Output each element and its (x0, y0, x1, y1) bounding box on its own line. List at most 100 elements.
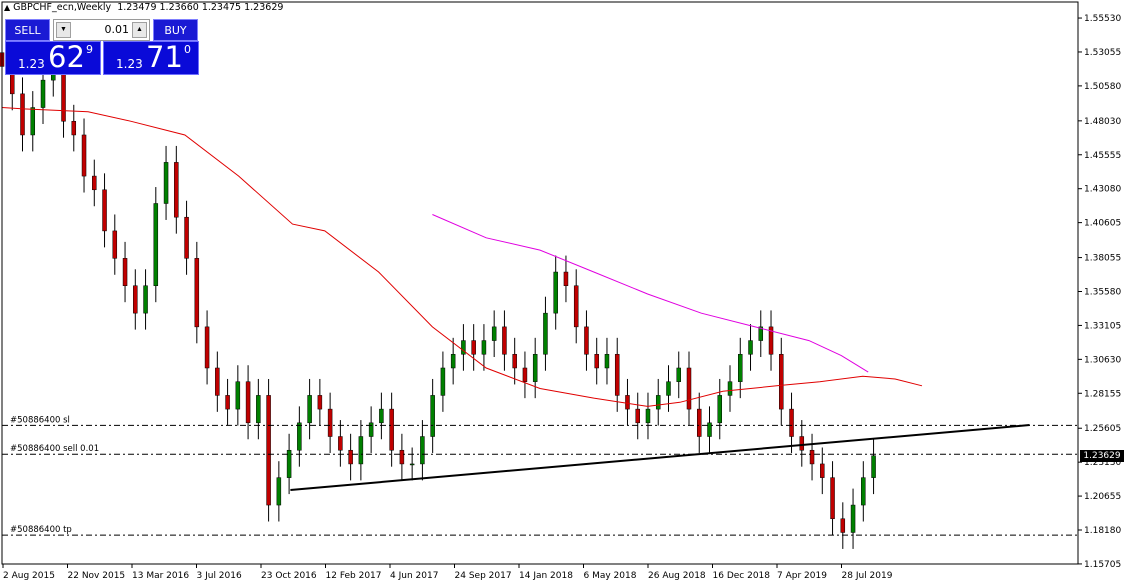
sell-button[interactable]: SELL (5, 19, 50, 41)
price-label: 1.38055 (1084, 254, 1121, 264)
candle-body (871, 455, 876, 478)
candle-body (604, 354, 610, 369)
lot-size-field[interactable]: ▼ 0.01 ▲ (53, 19, 150, 41)
candle-body (840, 518, 846, 533)
sell-quote[interactable]: 1.23 62 9 (5, 40, 101, 75)
candle-body (584, 326, 589, 355)
candle-body (512, 354, 517, 369)
order-label: #50886400 sl (10, 415, 70, 425)
candle-body (707, 422, 712, 437)
sell-quote-pips: 62 (48, 40, 85, 74)
candle-body (153, 203, 159, 286)
candle-body (358, 436, 364, 465)
candle-body (297, 422, 302, 451)
moving-average-slow (1, 107, 923, 407)
candle-body (256, 395, 261, 424)
candle-body (409, 463, 415, 466)
time-label: 2 Aug 2015 (3, 571, 55, 581)
sell-quote-fraction: 9 (86, 43, 93, 56)
candle-body (748, 340, 753, 355)
candle-body (204, 326, 210, 369)
buy-quote-pips: 71 (146, 40, 183, 74)
axes: 1.55530 1.53055 1.50580 1.48030 1.45555 1.430… (1, 1, 1121, 581)
candle-body (614, 354, 620, 396)
lot-size-value[interactable]: 0.01 (74, 20, 130, 40)
candle-body (430, 395, 435, 437)
candle-body (307, 395, 312, 424)
candle-body (368, 422, 374, 437)
candle-body (348, 449, 353, 465)
collapse-triangle-icon[interactable]: ▲ (4, 3, 10, 12)
time-label: 6 May 2018 (584, 571, 637, 581)
candle-body (317, 395, 323, 410)
candle-body (420, 436, 425, 465)
candle-body (573, 285, 579, 328)
price-chart[interactable]: #50886400 sl #50886400 sell 0.01 #50886400… (0, 0, 1125, 584)
time-label: 3 Jul 2016 (197, 571, 242, 581)
candle-body (143, 285, 148, 314)
buy-button[interactable]: BUY (153, 19, 198, 41)
time-label: 4 Jun 2017 (390, 571, 438, 581)
candle-body (779, 354, 784, 410)
price-label: 1.35580 (1084, 287, 1121, 297)
candle-body (450, 354, 456, 369)
price-label: 1.18180 (1084, 526, 1121, 536)
candle-body (532, 354, 538, 382)
candle-body (338, 436, 343, 451)
moving-average-fast (432, 214, 869, 373)
candle-body (102, 189, 107, 232)
candle-body (738, 354, 743, 382)
plot-frame (1, 1, 1079, 565)
candle-body (820, 463, 825, 478)
candle-body (133, 285, 138, 314)
price-label: 1.40605 (1084, 219, 1121, 229)
candle-body (491, 326, 497, 341)
candle-body (266, 395, 271, 506)
candle-body (502, 326, 507, 355)
candle-body (440, 367, 446, 396)
candle-body (727, 381, 733, 396)
ohlc-values: 1.23479 1.23660 1.23475 1.23629 (117, 2, 284, 13)
candle-body (717, 395, 723, 424)
time-label: 12 Feb 2017 (326, 571, 382, 581)
candle-body (184, 216, 189, 259)
candle-body (471, 340, 476, 355)
candle-body (522, 367, 528, 382)
candle-body (696, 408, 702, 437)
decrease-lot-icon[interactable]: ▼ (56, 22, 71, 38)
price-label: 1.43080 (1084, 185, 1121, 195)
symbol-timeframe: GBPCHF_ecn,Weekly (13, 2, 112, 13)
candle-body (379, 408, 384, 424)
time-label: 24 Sep 2017 (455, 571, 512, 581)
candle-body (850, 504, 856, 533)
price-label: 1.45555 (1084, 151, 1121, 161)
candle-body (686, 367, 692, 410)
price-label: 1.48030 (1084, 117, 1121, 127)
candle-body (799, 436, 805, 451)
order-lines: #50886400 sl #50886400 sell 0.01 #50886400… (2, 415, 1078, 536)
candle-body (666, 381, 671, 396)
price-label: 1.30630 (1084, 355, 1121, 365)
increase-lot-icon[interactable]: ▲ (132, 22, 147, 38)
candle-body (327, 408, 333, 437)
time-label: 13 Mar 2016 (132, 571, 189, 581)
candle-body (399, 449, 405, 465)
candle-body (30, 107, 36, 136)
chart-title: ▲ GBPCHF_ecn,Weekly 1.23479 1.23660 1.234… (4, 2, 283, 13)
candle-body (789, 408, 794, 437)
candle-body (112, 230, 118, 259)
time-label: 14 Jan 2018 (519, 571, 573, 581)
order-label: #50886400 tp (10, 525, 72, 535)
candle-body (163, 162, 169, 204)
candle-body (594, 354, 599, 369)
candle-body (215, 367, 220, 396)
candle-body (655, 395, 661, 410)
candle-body (40, 79, 46, 108)
price-label: 1.15705 (1084, 560, 1121, 570)
price-label: 1.20655 (1084, 492, 1121, 502)
candles-layer (0, 36, 876, 549)
buy-quote[interactable]: 1.23 71 0 (103, 40, 199, 75)
price-label: 1.50580 (1084, 82, 1121, 92)
price-label: 1.55530 (1084, 14, 1121, 24)
price-label: 1.33105 (1084, 321, 1121, 331)
